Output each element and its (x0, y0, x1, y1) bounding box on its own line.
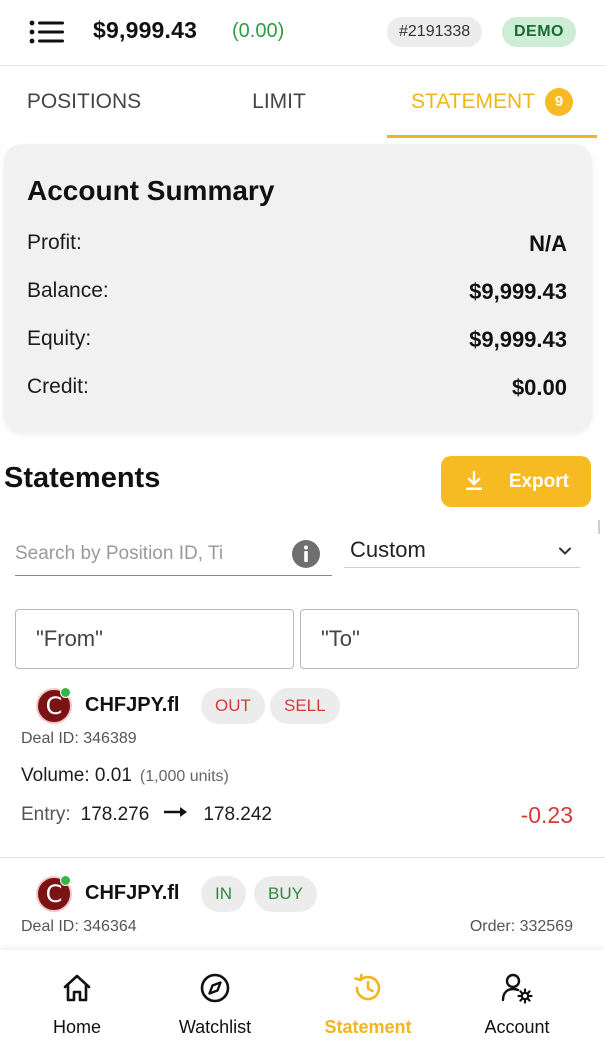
statement-count-badge: 9 (545, 88, 574, 116)
tab-positions[interactable]: POSITIONS (0, 66, 168, 138)
account-summary-card: Account Summary Profit: N/A Balance: $9,… (4, 144, 592, 432)
tab-statement-label: STATEMENT (410, 90, 536, 113)
tab-positions-label: POSITIONS (26, 90, 142, 113)
summary-label: Balance: (27, 279, 109, 302)
deal-symbol: CHFJPY.fl (85, 882, 180, 904)
nav-home[interactable]: Home (2, 950, 152, 1059)
to-date-field[interactable]: "To" (300, 609, 579, 669)
to-date-placeholder: "To" (321, 626, 360, 651)
summary-label: Profit: (27, 231, 82, 254)
deal-volume: Volume: 0.01 (1,000 units) (21, 765, 229, 787)
entry-label: Entry: (21, 804, 71, 825)
nav-statement[interactable]: Statement (293, 950, 443, 1059)
online-status-dot (60, 687, 71, 698)
scrollbar-handle[interactable] (598, 520, 600, 534)
nav-watchlist[interactable]: Watchlist (140, 950, 290, 1059)
user-settings-icon (501, 973, 533, 1004)
entry-close-price: 178.242 (203, 804, 272, 825)
deal-pnl: -0.23 (520, 802, 573, 828)
history-icon (354, 973, 381, 1001)
arrow-right-icon (164, 807, 188, 817)
account-summary-title: Account Summary (27, 175, 275, 206)
demo-mode-badge: DEMO (502, 17, 576, 47)
deal-item[interactable]: C CHFJPY.fl OUT SELL Deal ID: 346389 Vol… (0, 684, 605, 858)
date-range-value: Custom (350, 537, 426, 562)
deal-item[interactable]: C CHFJPY.fl IN BUY Deal ID: 346364 Order… (0, 872, 605, 952)
search-input[interactable] (15, 536, 265, 572)
deal-direction-badge: OUT (201, 688, 265, 724)
summary-row-equity: Equity: $9,999.43 (27, 327, 567, 357)
date-range-select[interactable]: Custom (344, 534, 580, 568)
account-number-badge[interactable]: #2191338 (387, 17, 483, 47)
tab-limit-label: LIMIT (252, 90, 306, 113)
summary-value: $9,999.43 (469, 279, 567, 304)
order-id: Order: 332569 (469, 918, 573, 935)
nav-statement-label: Statement (324, 1017, 412, 1037)
home-icon (63, 974, 91, 1002)
tab-limit[interactable]: LIMIT (185, 66, 373, 138)
summary-row-balance: Balance: $9,999.43 (27, 279, 567, 309)
export-button-label: Export (508, 471, 569, 492)
search-field (15, 536, 332, 576)
summary-row-credit: Credit: $0.00 (27, 375, 567, 405)
bottom-navigation: Home Watchlist Statement Account (0, 950, 605, 1059)
nav-home-label: Home (52, 1017, 101, 1037)
deal-side-badge: BUY (254, 876, 317, 912)
header-balance: $9,999.43 (93, 17, 198, 43)
menu-icon[interactable] (29, 20, 65, 44)
nav-watchlist-label: Watchlist (178, 1017, 252, 1037)
tab-statement[interactable]: STATEMENT 9 (387, 66, 597, 138)
statement-tabs: POSITIONS LIMIT STATEMENT 9 (0, 66, 605, 138)
summary-row-profit: Profit: N/A (27, 231, 567, 261)
deal-entry: Entry: 178.276 178.242 (21, 804, 272, 826)
header-balance-change: (0.00) (232, 20, 285, 42)
export-button[interactable]: Export (441, 456, 591, 507)
top-bar: $9,999.43 (0.00) #2191338 DEMO (0, 0, 605, 66)
nav-account-label: Account (484, 1017, 550, 1037)
summary-label: Equity: (27, 327, 92, 350)
info-icon[interactable] (291, 539, 321, 569)
deal-symbol: CHFJPY.fl (85, 694, 180, 716)
compass-icon (200, 973, 230, 1003)
deal-id: Deal ID: 346389 (21, 730, 137, 747)
statements-heading: Statements (4, 462, 161, 494)
from-date-field[interactable]: "From" (15, 609, 294, 669)
summary-label: Credit: (27, 375, 89, 398)
chevron-down-icon (559, 547, 571, 555)
deal-side-badge: SELL (270, 688, 340, 724)
from-date-placeholder: "From" (36, 626, 103, 651)
summary-value: N/A (529, 231, 567, 256)
summary-value: $9,999.43 (469, 327, 567, 352)
deal-units: (1,000 units) (139, 768, 229, 785)
deal-direction-badge: IN (201, 876, 246, 912)
deal-id: Deal ID: 346364 (21, 918, 137, 935)
download-icon (466, 471, 482, 490)
online-status-dot (60, 875, 71, 886)
summary-value: $0.00 (511, 375, 567, 400)
nav-account[interactable]: Account (442, 950, 592, 1059)
entry-open-price: 178.276 (80, 804, 150, 825)
deal-volume-value: Volume: 0.01 (21, 765, 132, 786)
